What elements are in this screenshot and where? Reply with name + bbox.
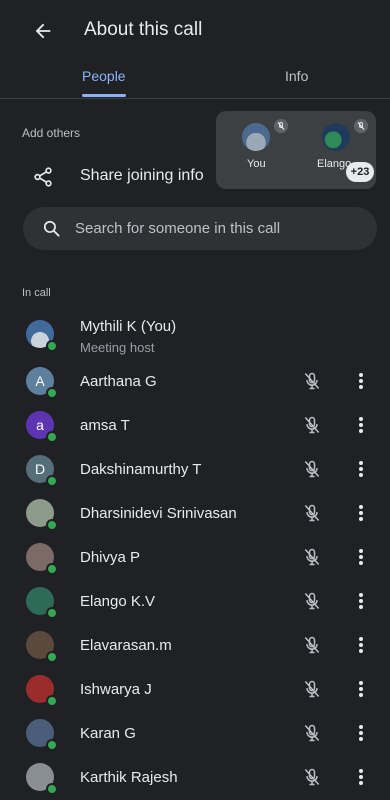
participant-name: Karthik Rajesh [80, 769, 178, 786]
mic-off-icon[interactable] [302, 547, 322, 567]
mic-off-icon[interactable] [302, 415, 322, 435]
participant-role: Meeting host [80, 340, 155, 355]
tab-people[interactable]: People [82, 68, 126, 84]
participant-row[interactable]: A Aarthana G [0, 360, 390, 404]
more-options-icon[interactable] [352, 767, 370, 787]
participant-row[interactable]: Ishwarya J [0, 668, 390, 712]
more-options-icon[interactable] [352, 591, 370, 611]
tab-info[interactable]: Info [285, 68, 308, 84]
mic-off-icon[interactable] [302, 591, 322, 611]
more-options-icon[interactable] [352, 547, 370, 567]
participant-row[interactable]: Karan G [0, 712, 390, 756]
online-status-dot [46, 475, 58, 487]
participant-tile-elango [322, 123, 350, 151]
online-status-dot [46, 431, 58, 443]
participant-name: Dharsinidevi Srinivasan [80, 505, 237, 522]
more-participants-badge: +23 [346, 162, 374, 182]
participant-name: Karan G [80, 725, 136, 742]
more-options-icon[interactable] [352, 635, 370, 655]
mic-off-icon[interactable] [302, 503, 322, 523]
online-status-dot [46, 607, 58, 619]
participant-tile-label: You [247, 158, 266, 170]
arrow-left-icon[interactable] [32, 20, 54, 42]
search-icon [43, 220, 60, 237]
online-status-dot [46, 387, 58, 399]
participant-name: Elango K.V [80, 593, 156, 610]
participant-name: Mythili K (You) [80, 318, 177, 335]
participant-name: Dhivya P [80, 549, 141, 566]
mic-off-icon[interactable] [302, 371, 322, 391]
online-status-dot [46, 695, 58, 707]
mic-off-icon [354, 119, 368, 133]
participant-row[interactable]: a amsa T [0, 404, 390, 448]
search-bar[interactable] [23, 207, 377, 250]
mic-off-icon[interactable] [302, 767, 322, 787]
participant-list: Mythili K (You) Meeting host A Aarthana … [0, 310, 390, 800]
participant-name: Ishwarya J [80, 681, 152, 698]
more-options-icon[interactable] [352, 503, 370, 523]
participant-row[interactable]: Elavarasan.m [0, 624, 390, 668]
in-call-heading: In call [22, 287, 51, 299]
participant-row-host[interactable]: Mythili K (You) Meeting host [0, 310, 390, 360]
online-status-dot [46, 519, 58, 531]
participant-row[interactable]: Dharsinidevi Srinivasan [0, 492, 390, 536]
participant-name: Dakshinamurthy T [80, 461, 202, 478]
page-title: About this call [84, 19, 203, 40]
add-others-heading: Add others [22, 126, 81, 140]
online-status-dot [46, 783, 58, 795]
participant-row[interactable]: Elango K.V [0, 580, 390, 624]
online-status-dot [46, 651, 58, 663]
top-app-bar: About this call [0, 0, 390, 60]
share-joining-info-label: Share joining info [80, 167, 204, 184]
participant-tile-you [242, 123, 270, 151]
more-options-icon[interactable] [352, 371, 370, 391]
more-options-icon[interactable] [352, 415, 370, 435]
mic-off-icon[interactable] [302, 679, 322, 699]
mic-off-icon [274, 119, 288, 133]
share-joining-info-button[interactable]: Share joining info [0, 158, 215, 198]
more-options-icon[interactable] [352, 459, 370, 479]
participant-row[interactable]: Karthik Rajesh [0, 756, 390, 800]
participants-preview-card[interactable]: You Elango +23 [216, 111, 376, 189]
tab-bar: People Info [0, 60, 390, 99]
participant-row[interactable]: Dhivya P [0, 536, 390, 580]
mic-off-icon[interactable] [302, 459, 322, 479]
participant-name: Aarthana G [80, 373, 157, 390]
online-status-dot [46, 563, 58, 575]
share-icon [34, 167, 52, 187]
participant-name: Elavarasan.m [80, 637, 172, 654]
online-status-dot [46, 739, 58, 751]
search-input[interactable] [75, 207, 365, 250]
more-options-icon[interactable] [352, 723, 370, 743]
mic-off-icon[interactable] [302, 635, 322, 655]
mic-off-icon[interactable] [302, 723, 322, 743]
active-tab-indicator [82, 94, 126, 97]
more-options-icon[interactable] [352, 679, 370, 699]
participant-name: amsa T [80, 417, 130, 434]
online-status-dot [46, 340, 58, 352]
participant-row[interactable]: D Dakshinamurthy T [0, 448, 390, 492]
